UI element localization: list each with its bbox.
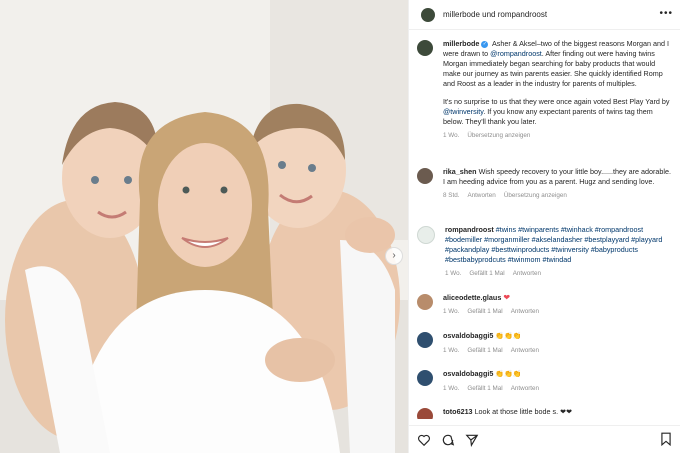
timestamp: 1 Wo. — [443, 385, 460, 392]
comment-username[interactable]: rompandroost — [445, 225, 494, 234]
likes-count[interactable]: Gefällt 1 Mal — [467, 307, 502, 317]
mention-link[interactable]: @rompandroost — [490, 49, 542, 58]
more-icon[interactable]: ••• — [659, 8, 673, 19]
comment-username[interactable]: osvaldobaggi5 — [443, 369, 493, 378]
comment: rika_shen Wish speedy recovery to your l… — [417, 167, 675, 201]
comment-meta: 1 Wo. Gefällt 1 Mal Antworten — [443, 346, 673, 356]
comment-username[interactable]: toto6213 — [443, 407, 473, 416]
timestamp: 1 Wo. — [443, 308, 460, 315]
comment-username[interactable]: osvaldobaggi5 — [443, 331, 493, 340]
avatar[interactable] — [417, 168, 433, 184]
comment-text: 👏👏👏 — [495, 371, 522, 378]
caption-username[interactable]: millerbode — [443, 39, 479, 48]
comment: toto6213 Look at those little bode s. ❤❤ — [417, 407, 675, 419]
next-photo-button[interactable]: › — [385, 247, 403, 265]
timestamp: 8 Std. — [443, 192, 460, 199]
post-photo[interactable]: › — [0, 0, 408, 453]
timestamp: 1 Wo. — [445, 270, 462, 277]
author-avatar[interactable] — [421, 7, 435, 22]
comment: aliceodette.glaus ❤ 1 Wo. Gefällt 1 Mal … — [417, 293, 675, 317]
comment-meta: 1 Wo. Gefällt 1 Mal Antworten — [445, 269, 675, 279]
reply-link[interactable]: Antworten — [513, 269, 541, 279]
timestamp: 1 Wo. — [443, 347, 460, 354]
comment-username[interactable]: rika_shen — [443, 167, 477, 176]
comment-meta: 1 Wo. Gefällt 1 Mal Antworten — [443, 384, 673, 394]
likes-count[interactable]: Gefällt 1 Mal — [469, 269, 504, 279]
comment: osvaldobaggi5 👏👏👏 1 Wo. Gefällt 1 Mal An… — [417, 369, 675, 394]
reply-link[interactable]: Antworten — [511, 307, 539, 317]
post-author-names[interactable]: millerbode und rompandroost — [443, 10, 547, 19]
caption: millerbode ✓ Asher & Aksel–two of the big… — [417, 39, 675, 141]
comment-icon[interactable] — [441, 433, 455, 447]
comment: rompandroost #twins #twinparents #twinha… — [417, 225, 675, 279]
comment-text: Wish speedy recovery to your little boy.… — [443, 167, 671, 186]
likes-count[interactable]: Gefällt 1 Mal — [467, 346, 502, 356]
likes-count[interactable]: Gefällt 1 Mal — [467, 384, 502, 394]
mention-link[interactable]: @twinversity — [443, 107, 483, 116]
translate-link[interactable]: Übersetzung anzeigen — [504, 191, 567, 201]
avatar[interactable] — [417, 294, 433, 310]
comments-list[interactable]: millerbode ✓ Asher & Aksel–two of the big… — [409, 31, 680, 419]
share-icon[interactable] — [465, 433, 479, 447]
avatar[interactable] — [417, 226, 435, 244]
avatar[interactable] — [417, 40, 433, 56]
reply-link[interactable]: Antworten — [511, 346, 539, 356]
heart-icon[interactable] — [417, 433, 431, 447]
photo-illustration — [0, 0, 408, 453]
verified-icon: ✓ — [481, 40, 489, 48]
timestamp: 1 Wo. — [443, 132, 460, 139]
translate-link[interactable]: Übersetzung anzeigen — [467, 131, 530, 141]
bookmark-icon[interactable] — [660, 432, 672, 446]
comment-text: 👏👏👏 — [495, 333, 522, 340]
comment: osvaldobaggi5 👏👏👏 1 Wo. Gefällt 1 Mal An… — [417, 331, 675, 356]
comment-meta: 1 Wo. Gefällt 1 Mal Antworten — [443, 307, 673, 317]
comment-text: ❤ — [503, 293, 511, 302]
caption-text-3: It's no surprise to us that they were on… — [443, 97, 670, 106]
comment-username[interactable]: aliceodette.glaus — [443, 293, 501, 302]
post-header: millerbode und rompandroost ••• — [409, 0, 680, 30]
avatar[interactable] — [417, 332, 433, 348]
comment-meta: 8 Std. Antworten Übersetzung anzeigen — [443, 191, 673, 201]
avatar[interactable] — [417, 370, 433, 386]
post-panel: millerbode und rompandroost ••• millerbo… — [408, 0, 680, 453]
avatar[interactable] — [417, 408, 433, 419]
caption-meta: 1 Wo. Übersetzung anzeigen — [443, 131, 673, 141]
action-bar — [409, 425, 680, 453]
reply-link[interactable]: Antworten — [511, 384, 539, 394]
reply-link[interactable]: Antworten — [467, 191, 495, 201]
comment-text: Look at those little bode s. ❤❤ — [474, 407, 573, 416]
